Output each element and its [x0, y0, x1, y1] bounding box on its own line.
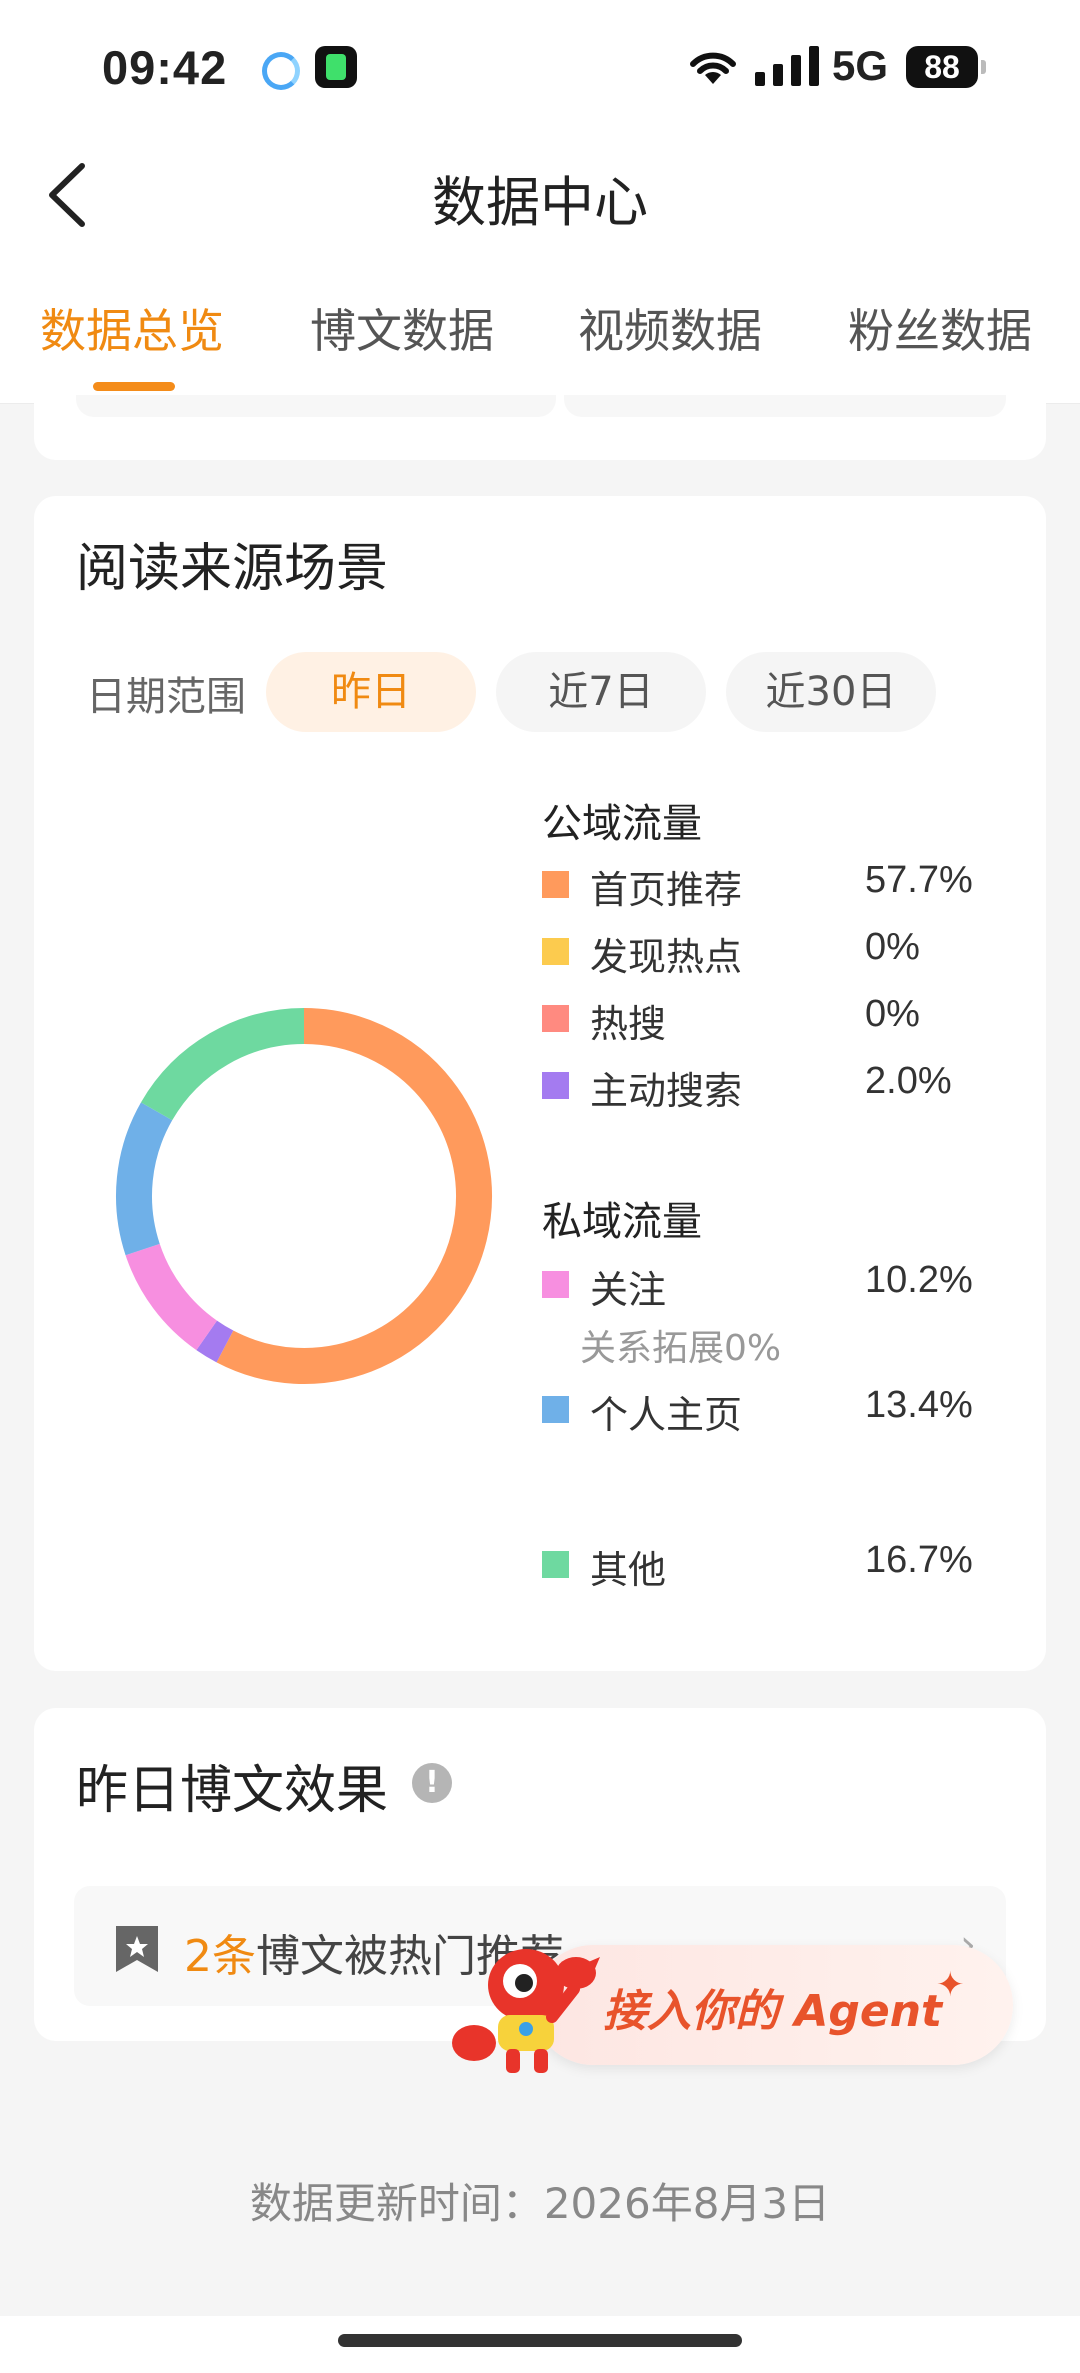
agent-banner-text: 接入你的 Agent [603, 1986, 943, 2037]
date-range-label: 日期范围 [86, 674, 246, 720]
donut-slice-0 [216, 1008, 492, 1384]
home-indicator[interactable] [338, 2334, 742, 2347]
range-30day-button[interactable]: 近30日 [726, 652, 936, 732]
status-time: 09:42 [102, 41, 228, 94]
legend-row: 首页推荐 57.7% [542, 859, 992, 912]
range-7day-button[interactable]: 近7日 [496, 652, 706, 732]
legend-swatch [542, 1271, 569, 1298]
source-donut-chart [116, 1008, 492, 1384]
battery-icon: 88 [906, 46, 978, 88]
legend-value: 57.7% [865, 859, 973, 901]
public-traffic-title: 公域流量 [542, 801, 702, 847]
legend-label: 发现热点 [590, 935, 743, 979]
network-type: 5G [832, 42, 889, 89]
legend-swatch [542, 1396, 569, 1423]
legend-row: 热搜 0% [542, 993, 992, 1046]
legend-swatch [542, 1072, 569, 1099]
page-title: 数据中心 [432, 171, 648, 234]
legend-value: 16.7% [865, 1539, 973, 1581]
private-traffic-title: 私域流量 [542, 1199, 702, 1245]
tab-posts[interactable]: 博文数据 [310, 295, 494, 361]
legend-label: 热搜 [590, 1002, 667, 1046]
legend-value: 0% [865, 926, 920, 968]
legend-row: 发现热点 0% [542, 926, 992, 979]
agent-banner[interactable]: 接入你的 Agent ✦ [448, 1945, 1013, 2073]
read-source-card: 阅读来源场景 日期范围 昨日 近7日 近30日 公域流量 首页推荐 57.7% 发现… [34, 496, 1046, 1671]
legend-swatch [542, 1551, 569, 1578]
battery-cap [981, 60, 986, 74]
previous-card-bottom [34, 395, 1046, 460]
legend-row: 个人主页 13.4% [542, 1384, 992, 1437]
tab-bar: 数据总览 博文数据 视频数据 粉丝数据 [0, 295, 1080, 375]
top-bar: 09:42 5G 88 数据中心 数据总览 博文数据 视频数据 粉丝数据 [0, 0, 1080, 404]
legend-row: 关注 10.2% [542, 1259, 992, 1312]
legend-label: 主动搜索 [590, 1069, 743, 1113]
sparkle-icon: ✦ [936, 1965, 965, 2005]
legend-row: 其他 16.7% [542, 1539, 992, 1592]
legend-label: 关注 [590, 1268, 667, 1312]
legend-swatch [542, 871, 569, 898]
status-bar: 09:42 5G 88 [0, 40, 1080, 100]
tab-fans[interactable]: 粉丝数据 [848, 295, 1032, 361]
browser-app-icon [262, 52, 300, 90]
legend-label: 首页推荐 [590, 868, 743, 912]
hot-posts-count: 2条 [184, 1931, 256, 1982]
relation-expand-note: 关系拓展0% [580, 1328, 782, 1369]
bookmark-star-icon [116, 1926, 158, 1972]
donut-slice-6 [140, 1008, 305, 1121]
donut-slice-3 [196, 1320, 234, 1363]
music-app-icon [315, 46, 357, 88]
range-yesterday-button[interactable]: 昨日 [266, 652, 476, 732]
legend-value: 0% [865, 993, 920, 1035]
legend-label: 其他 [590, 1548, 667, 1592]
update-time-footer: 数据更新时间：2026年8月3日 [249, 2179, 831, 2228]
legend-value: 13.4% [865, 1384, 973, 1426]
legend-row: 主动搜索 2.0% [542, 1060, 992, 1113]
wifi-icon [690, 52, 736, 84]
signal-icon [755, 46, 819, 86]
card-title: 昨日博文效果 [76, 1761, 389, 1821]
tab-videos[interactable]: 视频数据 [578, 295, 762, 361]
donut-slice-5 [116, 1102, 173, 1256]
mascot-icon [452, 1949, 600, 2073]
tab-overview[interactable]: 数据总览 [40, 295, 224, 361]
legend-label: 个人主页 [590, 1393, 743, 1437]
legend-swatch [542, 1005, 569, 1032]
legend-swatch [542, 938, 569, 965]
legend-value: 2.0% [865, 1060, 952, 1102]
legend-value: 10.2% [865, 1259, 973, 1301]
active-tab-indicator [93, 382, 175, 391]
card-title: 阅读来源场景 [76, 539, 389, 599]
donut-slice-4 [125, 1243, 218, 1351]
info-icon[interactable]: ! [412, 1763, 452, 1803]
